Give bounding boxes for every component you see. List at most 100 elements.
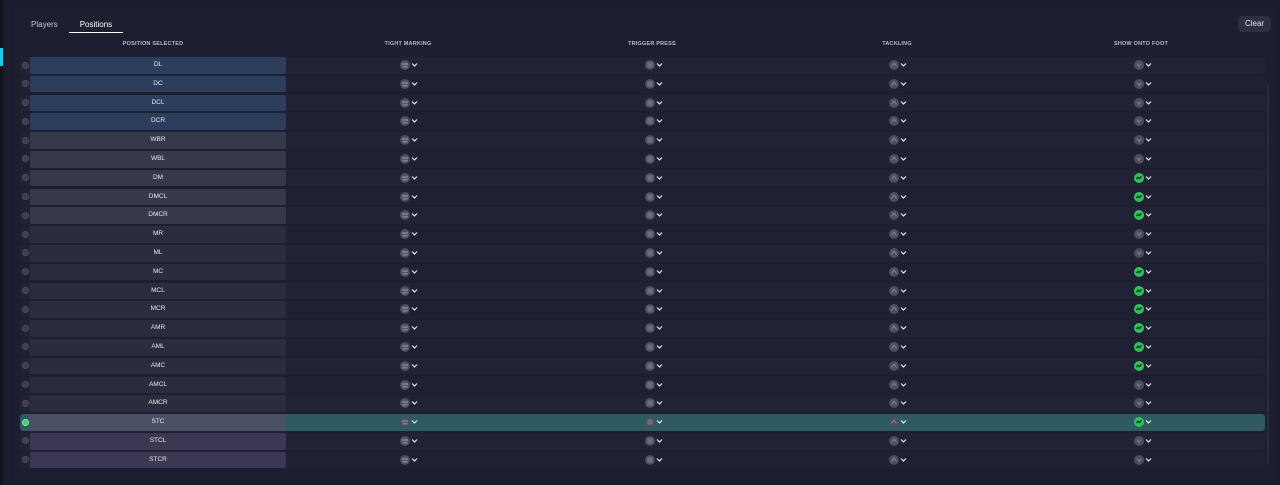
trigger-press-dropdown[interactable]	[645, 116, 663, 127]
show-onto-foot-dropdown[interactable]	[1134, 191, 1152, 203]
row-select-radio[interactable]	[22, 399, 29, 407]
show-onto-foot-dropdown[interactable]	[1134, 304, 1152, 315]
header-tackling[interactable]: TACKLING	[882, 41, 912, 47]
header-tight-marking[interactable]: TIGHT MARKING	[385, 41, 432, 47]
position-row[interactable]: AMCR	[20, 394, 1266, 413]
position-row[interactable]: DL	[20, 56, 1266, 75]
show-onto-foot-dropdown[interactable]	[1134, 285, 1152, 297]
trigger-press-dropdown[interactable]	[645, 97, 663, 109]
show-onto-foot-dropdown[interactable]	[1134, 435, 1152, 447]
position-label[interactable]: AMR	[30, 320, 286, 337]
show-onto-foot-dropdown[interactable]	[1134, 417, 1152, 428]
row-select-radio[interactable]	[22, 230, 29, 238]
tight-marking-dropdown[interactable]	[400, 323, 418, 334]
trigger-press-dropdown[interactable]	[645, 247, 663, 259]
position-row[interactable]: WBL	[20, 150, 1266, 169]
show-onto-foot-dropdown[interactable]	[1134, 323, 1152, 334]
tackling-dropdown[interactable]	[889, 341, 907, 353]
tight-marking-dropdown[interactable]	[400, 60, 418, 71]
tight-marking-dropdown[interactable]	[400, 191, 418, 203]
trigger-press-dropdown[interactable]	[645, 78, 663, 90]
show-onto-foot-dropdown[interactable]	[1134, 210, 1152, 221]
position-row[interactable]: DM	[20, 169, 1266, 188]
row-select-radio[interactable]	[22, 136, 29, 144]
show-onto-foot-dropdown[interactable]	[1134, 341, 1152, 353]
trigger-press-dropdown[interactable]	[645, 191, 663, 203]
row-select-radio[interactable]	[22, 324, 29, 332]
tight-marking-dropdown[interactable]	[400, 341, 418, 353]
position-label[interactable]: WBL	[30, 150, 286, 168]
tackling-dropdown[interactable]	[889, 454, 907, 466]
show-onto-foot-dropdown[interactable]	[1134, 116, 1152, 127]
show-onto-foot-dropdown[interactable]	[1134, 379, 1152, 391]
trigger-press-dropdown[interactable]	[645, 454, 663, 466]
tight-marking-dropdown[interactable]	[400, 247, 418, 259]
position-row[interactable]: MCR	[20, 300, 1266, 319]
tackling-dropdown[interactable]	[889, 172, 907, 184]
tight-marking-dropdown[interactable]	[400, 172, 418, 184]
tight-marking-dropdown[interactable]	[400, 229, 418, 240]
show-onto-foot-dropdown[interactable]	[1134, 360, 1152, 372]
tight-marking-dropdown[interactable]	[400, 454, 418, 466]
position-label[interactable]: AMC	[30, 357, 286, 375]
header-trigger-press[interactable]: TRIGGER PRESS	[628, 41, 676, 47]
position-label[interactable]: AML	[30, 338, 286, 356]
tackling-dropdown[interactable]	[889, 417, 907, 428]
position-row[interactable]: AMCL	[20, 376, 1266, 395]
position-row[interactable]: AMC	[20, 357, 1266, 376]
show-onto-foot-dropdown[interactable]	[1134, 97, 1152, 109]
trigger-press-dropdown[interactable]	[645, 210, 663, 221]
tight-marking-dropdown[interactable]	[400, 304, 418, 315]
trigger-press-dropdown[interactable]	[645, 135, 663, 146]
tight-marking-dropdown[interactable]	[400, 78, 418, 90]
position-label[interactable]: MCL	[30, 282, 286, 300]
position-row[interactable]: DCR	[20, 112, 1266, 131]
trigger-press-dropdown[interactable]	[645, 229, 663, 240]
show-onto-foot-dropdown[interactable]	[1134, 247, 1152, 259]
tackling-dropdown[interactable]	[889, 135, 907, 146]
position-row[interactable]: MR	[20, 225, 1266, 244]
position-label[interactable]: DCL	[30, 94, 286, 112]
tight-marking-dropdown[interactable]	[400, 398, 418, 409]
position-row[interactable]: STCR	[20, 451, 1266, 470]
tab-positions[interactable]: Positions	[68, 16, 124, 33]
trigger-press-dropdown[interactable]	[645, 398, 663, 409]
position-row[interactable]: AMR	[20, 319, 1266, 338]
tackling-dropdown[interactable]	[889, 247, 907, 259]
tackling-dropdown[interactable]	[889, 116, 907, 127]
tab-players[interactable]: Players	[20, 16, 69, 33]
position-label[interactable]: DCR	[30, 113, 286, 130]
tackling-dropdown[interactable]	[889, 229, 907, 240]
row-select-radio[interactable]	[22, 418, 29, 426]
tight-marking-dropdown[interactable]	[400, 379, 418, 391]
trigger-press-dropdown[interactable]	[645, 153, 663, 165]
tight-marking-dropdown[interactable]	[400, 417, 418, 428]
trigger-press-dropdown[interactable]	[645, 360, 663, 372]
position-row[interactable]: DMCR	[20, 206, 1266, 225]
position-label[interactable]: DC	[30, 75, 286, 93]
position-label[interactable]: MR	[30, 226, 286, 243]
position-label[interactable]: AMCL	[30, 376, 286, 394]
tackling-dropdown[interactable]	[889, 153, 907, 165]
show-onto-foot-dropdown[interactable]	[1134, 398, 1152, 409]
row-select-radio[interactable]	[22, 211, 29, 219]
tight-marking-dropdown[interactable]	[400, 285, 418, 297]
trigger-press-dropdown[interactable]	[645, 304, 663, 315]
position-row[interactable]: STC	[20, 413, 1266, 432]
position-label[interactable]: MCR	[30, 301, 286, 318]
trigger-press-dropdown[interactable]	[645, 172, 663, 184]
tight-marking-dropdown[interactable]	[400, 153, 418, 165]
tackling-dropdown[interactable]	[889, 304, 907, 315]
tight-marking-dropdown[interactable]	[400, 435, 418, 447]
scrollbar[interactable]	[1267, 84, 1269, 464]
position-row[interactable]: AML	[20, 338, 1266, 357]
row-select-radio[interactable]	[22, 287, 29, 295]
trigger-press-dropdown[interactable]	[645, 341, 663, 353]
position-label[interactable]: DMCR	[30, 207, 286, 224]
position-label[interactable]: STCL	[30, 432, 286, 450]
tight-marking-dropdown[interactable]	[400, 116, 418, 127]
show-onto-foot-dropdown[interactable]	[1134, 266, 1152, 278]
tight-marking-dropdown[interactable]	[400, 360, 418, 372]
position-label[interactable]: ML	[30, 244, 286, 262]
position-row[interactable]: STCL	[20, 432, 1266, 451]
